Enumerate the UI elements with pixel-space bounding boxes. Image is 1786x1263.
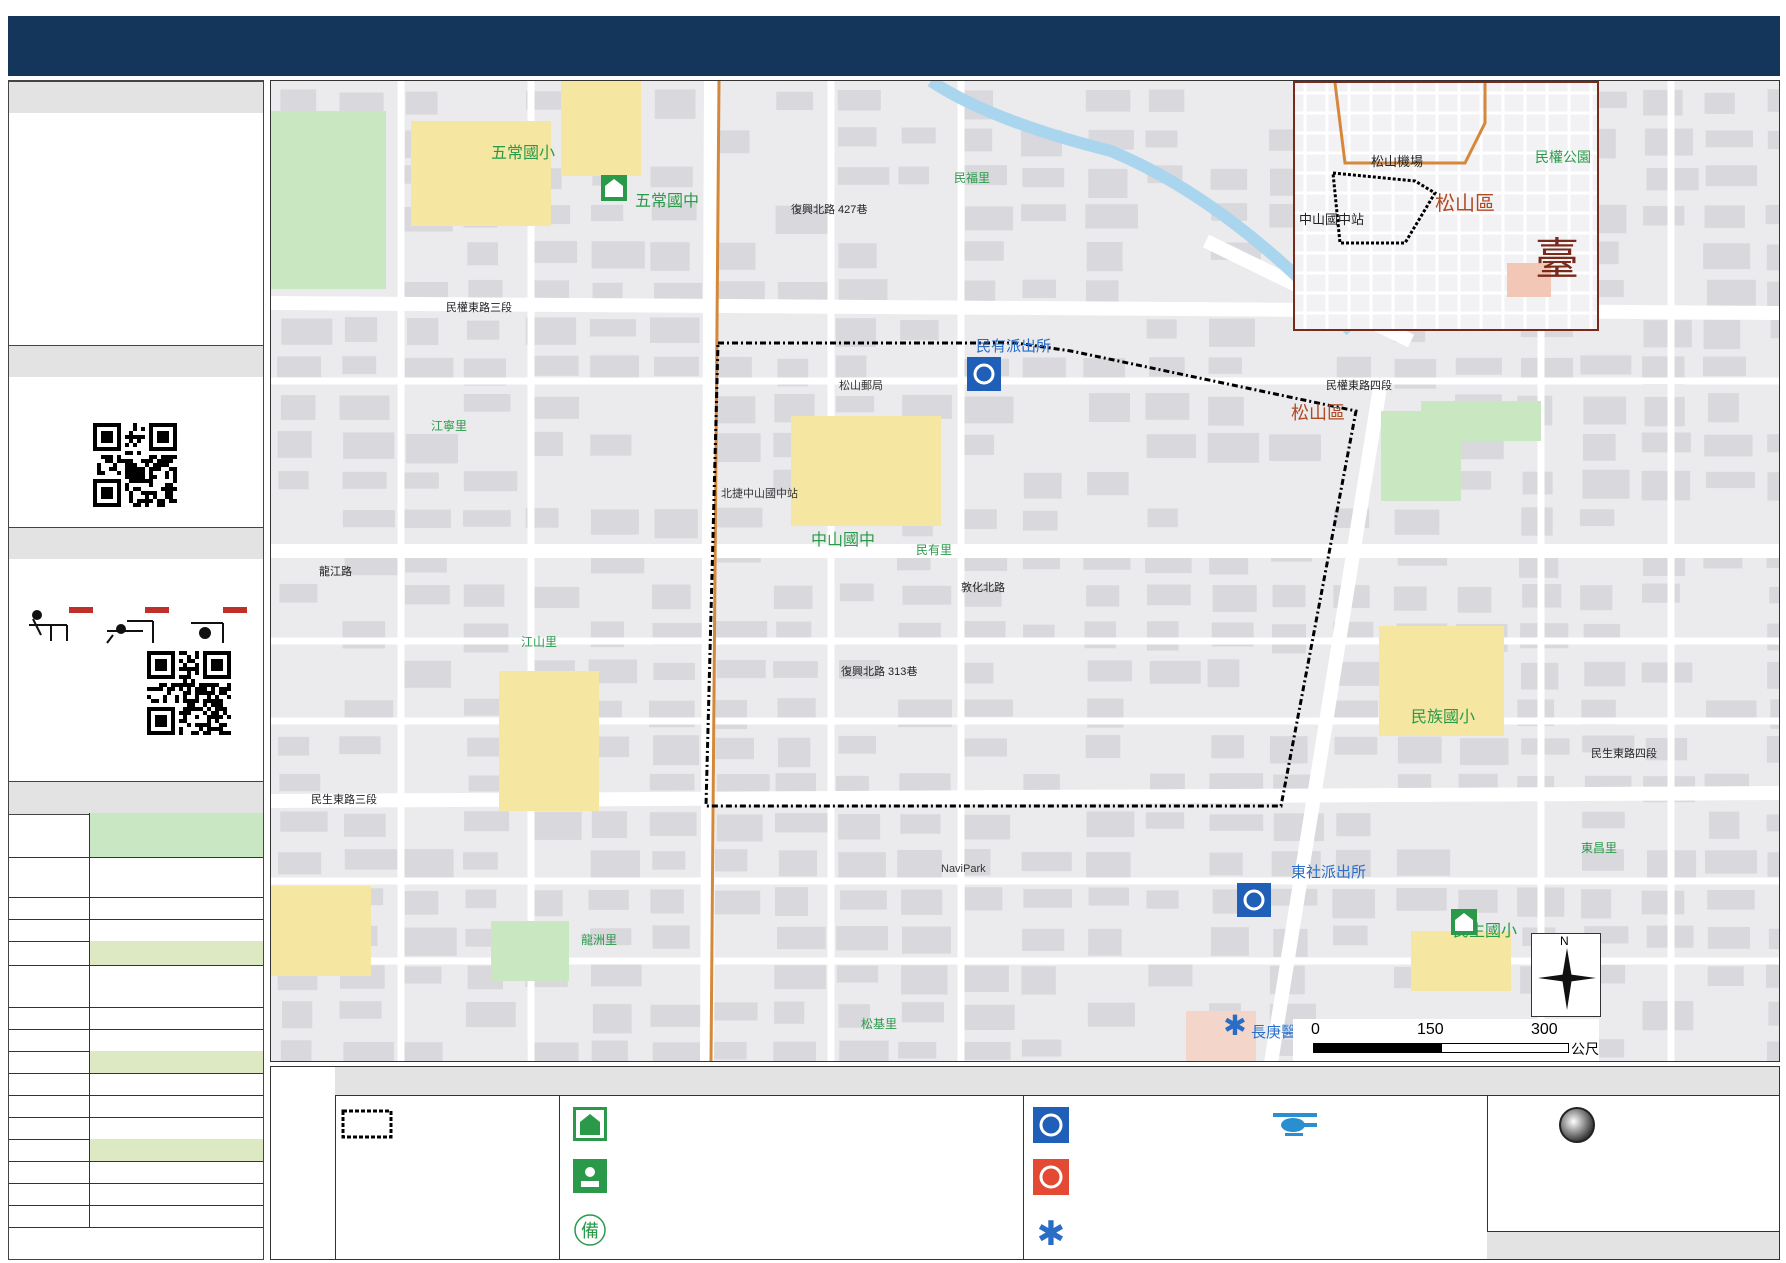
evacuation-shelter-icon[interactable]: [601, 175, 627, 201]
facility-label: 民有派出所: [976, 338, 1052, 355]
qr-code-2[interactable]: [147, 651, 231, 735]
legend-column: [335, 1067, 560, 1259]
legend-panel: 備 ✱: [270, 1066, 1780, 1260]
evacuation-shelter-icon[interactable]: [1451, 909, 1477, 935]
qr-section: [9, 377, 263, 527]
info-sidebar: [8, 80, 264, 1260]
village-label: 東昌里: [1581, 841, 1618, 855]
table-row: [9, 1007, 263, 1030]
boundary-dotted-icon: [341, 1109, 393, 1139]
table-row: [9, 897, 263, 920]
svg-text:✱: ✱: [1037, 1214, 1066, 1249]
reserve-shelter-icon: 備: [574, 1214, 606, 1246]
helicopter-icon: [1273, 1113, 1317, 1136]
street-label: 復興北路 427巷: [791, 204, 868, 216]
street-label: 民權東路三段: [446, 302, 512, 314]
sidebar-section-header-4: [9, 781, 263, 815]
street-label: 敦化北路: [961, 582, 1005, 594]
facility-label: NaviPark: [941, 863, 986, 875]
table-row: [9, 1205, 263, 1228]
table-row: [9, 1029, 263, 1052]
facility-label: 松山郵局: [839, 380, 883, 392]
assembly-point-icon: [1559, 1107, 1595, 1143]
evacuation-shelter-icon: [573, 1107, 607, 1141]
legend-header: [1487, 1067, 1779, 1096]
inset-district-label: 松山區: [1435, 193, 1495, 215]
school-label: 民族國小: [1411, 709, 1476, 726]
table-row: [9, 857, 263, 898]
scale-bar: 0 150 300 公尺: [1293, 1019, 1599, 1061]
table-row: [9, 919, 263, 942]
table-row: [9, 1073, 263, 1096]
legend-header: [1023, 1067, 1487, 1096]
table-row: [9, 813, 263, 858]
facility-label: 東社派出所: [1291, 864, 1367, 881]
street-label: 復興北路 313巷: [841, 666, 918, 678]
hospital-icon: ✱: [1037, 1214, 1066, 1249]
table-row: [9, 1139, 263, 1162]
svg-text:✱: ✱: [1223, 1011, 1246, 1039]
scale-tick: 0: [1311, 1021, 1320, 1038]
sidebar-section-header-2: [9, 345, 263, 379]
inset-map[interactable]: 松山區 臺 松山機場 民權公園 中山國中站: [1293, 81, 1599, 331]
street-label: 民權東路四段: [1326, 380, 1392, 392]
earthquake-guide-section: [9, 559, 263, 735]
scale-tick: 300: [1531, 1021, 1558, 1038]
table-row: [9, 1095, 263, 1118]
main-map[interactable]: 松山區 五常國小 五常國中 中山國中 民族國小 民生國小 江寧里 江山里 民福里…: [270, 80, 1780, 1062]
legend-column: ✱: [1023, 1067, 1488, 1259]
table-row: [9, 1117, 263, 1140]
fire-department-icon: [1033, 1159, 1069, 1195]
inset-label: 中山國中站: [1299, 212, 1365, 227]
legend-header: [335, 1067, 559, 1096]
table-row: [9, 941, 263, 966]
facility-label: 北捷中山國中站: [721, 488, 798, 500]
svg-text:備: 備: [581, 1221, 599, 1242]
village-label: 松基里: [861, 1017, 898, 1031]
legend-footer: [1487, 1231, 1779, 1259]
police-icon: [1033, 1107, 1069, 1143]
district-label: 松山區: [1291, 403, 1345, 423]
title-banner: [8, 16, 1780, 76]
scale-tick: 150: [1417, 1021, 1444, 1038]
table-row: [9, 1051, 263, 1074]
north-arrow: N: [1531, 933, 1601, 1017]
village-label: 民福里: [954, 171, 991, 185]
table-row: [9, 1183, 263, 1206]
table-row: [9, 965, 263, 1008]
police-icon[interactable]: [967, 357, 1001, 391]
inset-label: 民權公園: [1535, 149, 1591, 165]
inset-label: 松山機場: [1371, 154, 1424, 169]
police-icon[interactable]: [1237, 883, 1271, 917]
village-label: 江山里: [521, 635, 558, 649]
school-label: 中山國中: [811, 532, 876, 549]
street-label: 民生東路四段: [1591, 748, 1657, 760]
village-label: 龍洲里: [581, 933, 618, 947]
legend-title-column: [271, 1067, 336, 1259]
table-row: [9, 1161, 263, 1184]
hospital-icon[interactable]: ✱: [1221, 1011, 1249, 1039]
drop-cover-hold-icon: [29, 607, 247, 644]
sidebar-section-header-1: [9, 81, 263, 115]
sidebar-section-header-3: [9, 527, 263, 561]
legend-column: 備: [559, 1067, 1024, 1259]
qr-code[interactable]: [93, 423, 177, 507]
street-label: 龍江路: [319, 566, 352, 578]
compass-icon: [1538, 948, 1596, 1010]
village-label: 江寧里: [431, 419, 468, 433]
legend-header: [559, 1067, 1023, 1096]
scale-unit: 公尺: [1571, 1041, 1599, 1057]
village-label: 民有里: [916, 543, 953, 557]
outdoor-shelter-icon: [573, 1159, 607, 1193]
sidebar-text-box: [9, 113, 263, 345]
inset-city-label: 臺: [1535, 235, 1579, 284]
school-label: 五常國中: [635, 193, 700, 210]
school-label: 五常國小: [491, 145, 556, 162]
street-label: 民生東路三段: [311, 794, 377, 806]
legend-column: [1487, 1067, 1779, 1259]
